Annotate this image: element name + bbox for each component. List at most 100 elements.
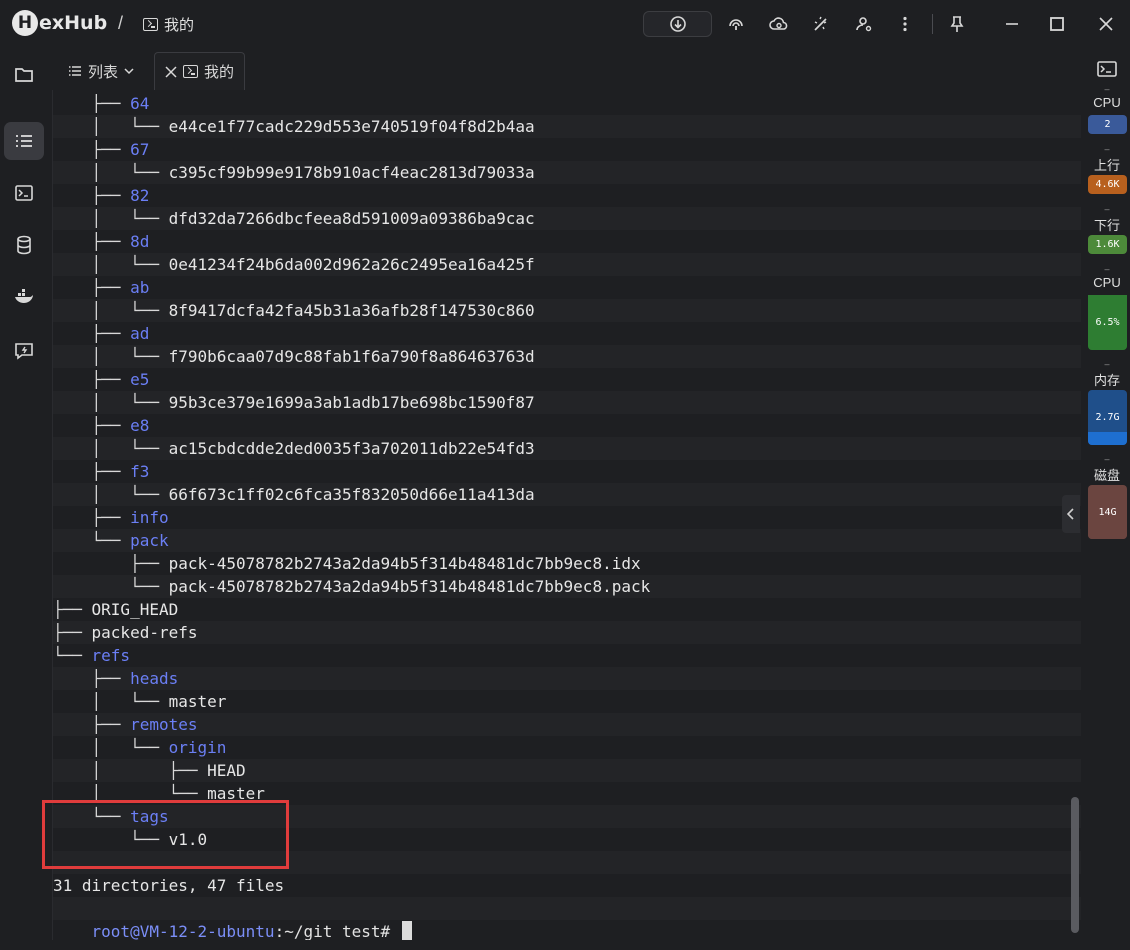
tree-directory-name: e5 [130, 370, 150, 389]
terminal-line: ├── f3 [53, 460, 1081, 483]
tree-guide: │ └── [53, 347, 169, 366]
tab-list[interactable]: 列表 [58, 52, 144, 90]
tree-guide: │ └── [53, 439, 169, 458]
chevron-down-icon [124, 68, 134, 75]
terminal-line: │ └── c395cf99b99e9178b910acf4eac2813d79… [53, 161, 1081, 184]
broadcast-button[interactable] [725, 11, 747, 37]
minimize-button[interactable] [1001, 11, 1023, 37]
terminal-panel-button[interactable] [1096, 60, 1118, 83]
title-bar: H exHub / 我的 [0, 0, 1130, 48]
tab-mine-label: 我的 [204, 64, 235, 81]
tree-guide: ├── [53, 623, 92, 642]
collapse-monitor-button[interactable] [1062, 495, 1080, 533]
tree-directory-name: origin [168, 738, 227, 757]
tree-file-name: pack-45078782b2743a2da94b5f314b48481dc7b… [168, 577, 651, 596]
cloud-sync-icon [769, 17, 788, 30]
tree-guide: ├── [53, 370, 131, 389]
tree-directory-name: info [130, 508, 169, 527]
tree-guide: ├── [53, 140, 131, 159]
sidebar-item-database[interactable] [4, 226, 44, 264]
terminal-line: ├── 8d [53, 230, 1081, 253]
tree-guide: │ └── [53, 163, 169, 182]
cpu-usage-label: CPU [1093, 275, 1121, 290]
sidebar-item-terminal[interactable] [4, 174, 44, 212]
tree-guide: │ └── [53, 393, 169, 412]
memory-gauge: 2.7G [1088, 390, 1127, 445]
docker-icon [15, 289, 33, 303]
terminal-line: │ └── ac15cbdcdde2ded0035f3a702011db22e5… [53, 437, 1081, 460]
memory-fill [1088, 432, 1127, 445]
tree-guide: │ └── [53, 255, 169, 274]
tab-mine[interactable]: 我的 [154, 52, 246, 90]
breadcrumb-separator: / [118, 13, 124, 33]
close-window-button[interactable] [1095, 11, 1117, 37]
tree-file-name: 0e41234f24b6da002d962a26c2495ea16a425f [168, 255, 535, 274]
database-icon [17, 235, 31, 255]
tree-guide: ├── [53, 278, 131, 297]
terminal-line: ├── ORIG_HEAD [53, 598, 1081, 621]
terminal-line: ├── e8 [53, 414, 1081, 437]
tree-guide: │ └── [53, 117, 169, 136]
tree-file-name: pack-45078782b2743a2da94b5f314b48481dc7b… [168, 554, 641, 573]
user-settings-button[interactable] [853, 11, 875, 37]
tree-directory-name: heads [130, 669, 179, 688]
upload-label: 上行 [1093, 158, 1120, 173]
proxy-button[interactable] [810, 11, 832, 37]
tree-file-name: ORIG_HEAD [91, 600, 179, 619]
app-name: exHub [39, 12, 108, 34]
list-icon [16, 135, 32, 147]
tree-guide: │ └── [53, 209, 169, 228]
disk-fill [1088, 497, 1127, 539]
more-vertical-icon [903, 16, 907, 32]
tree-file-name: HEAD [207, 761, 246, 780]
pin-icon [950, 16, 964, 32]
disk-gauge: 14G [1088, 485, 1127, 539]
tree-file-name: dfd32da7266dbcfeea8d591009a09386ba9cac [168, 209, 535, 228]
tree-directory-name: 82 [130, 186, 150, 205]
disk-value: 14G [1098, 506, 1117, 518]
terminal-line: ├── ad [53, 322, 1081, 345]
feedback-icon [15, 343, 33, 360]
terminal-line: │ └── origin [53, 736, 1081, 759]
tree-directory-name: 64 [130, 94, 150, 113]
app-logo[interactable]: H exHub [12, 10, 107, 36]
terminal-scrollbar[interactable] [1071, 797, 1079, 933]
terminal-line: ├── packed-refs [53, 621, 1081, 644]
sidebar-item-feedback[interactable] [4, 332, 44, 370]
maximize-button[interactable] [1046, 11, 1068, 37]
sidebar-item-docker[interactable] [4, 278, 44, 316]
sidebar-item-list[interactable] [4, 122, 44, 160]
tree-file-name: f790b6caa07d9c88fab1f6a790f8a86463763d [168, 347, 535, 366]
upload-dash: – [1104, 144, 1110, 154]
more-menu-button[interactable] [895, 11, 915, 37]
tree-guide: ├── [53, 416, 131, 435]
cloud-sync-button[interactable] [767, 11, 791, 37]
download-button[interactable] [643, 11, 712, 37]
sidebar-item-files[interactable] [4, 56, 44, 94]
tree-file-name: 31 directories, 47 files [53, 876, 285, 895]
prompt-user-host: root@VM-12-2-ubuntu [91, 922, 275, 940]
upload-value: 4.6K [1095, 179, 1120, 190]
breadcrumb-current[interactable]: 我的 [143, 14, 194, 35]
tree-directory-name: ad [130, 324, 150, 343]
tree-guide: ├── [53, 715, 131, 734]
tree-directory-name: f3 [130, 462, 150, 481]
tree-file-name: master [168, 692, 227, 711]
cpu-cores-dash: – [1104, 84, 1110, 94]
terminal-line: │ └── e44ce1f77cadc229d553e740519f04f8d2… [53, 115, 1081, 138]
tree-file-name: ac15cbdcdde2ded0035f3a702011db22e54fd3 [168, 439, 535, 458]
terminal-line: │ └── 66f673c1ff02c6fca35f832050d66e11a4… [53, 483, 1081, 506]
tree-guide: ├── [53, 508, 131, 527]
tab-list-label: 列表 [88, 63, 119, 81]
tree-guide: │ └── [53, 485, 169, 504]
tree-directory-name: ab [130, 278, 150, 297]
minimize-icon [1006, 23, 1018, 25]
tab-bar: 列表 我的 [54, 50, 1082, 90]
user-gear-icon [856, 17, 872, 32]
pin-button[interactable] [946, 11, 968, 37]
terminal-line: ├── remotes [53, 713, 1081, 736]
tree-guide: ├── [53, 462, 131, 481]
logo-hex-icon: H [12, 10, 38, 36]
tree-guide: ├── [53, 554, 169, 573]
shell-prompt[interactable]: root@VM-12-2-ubuntu:~/git_test# [53, 897, 1081, 940]
